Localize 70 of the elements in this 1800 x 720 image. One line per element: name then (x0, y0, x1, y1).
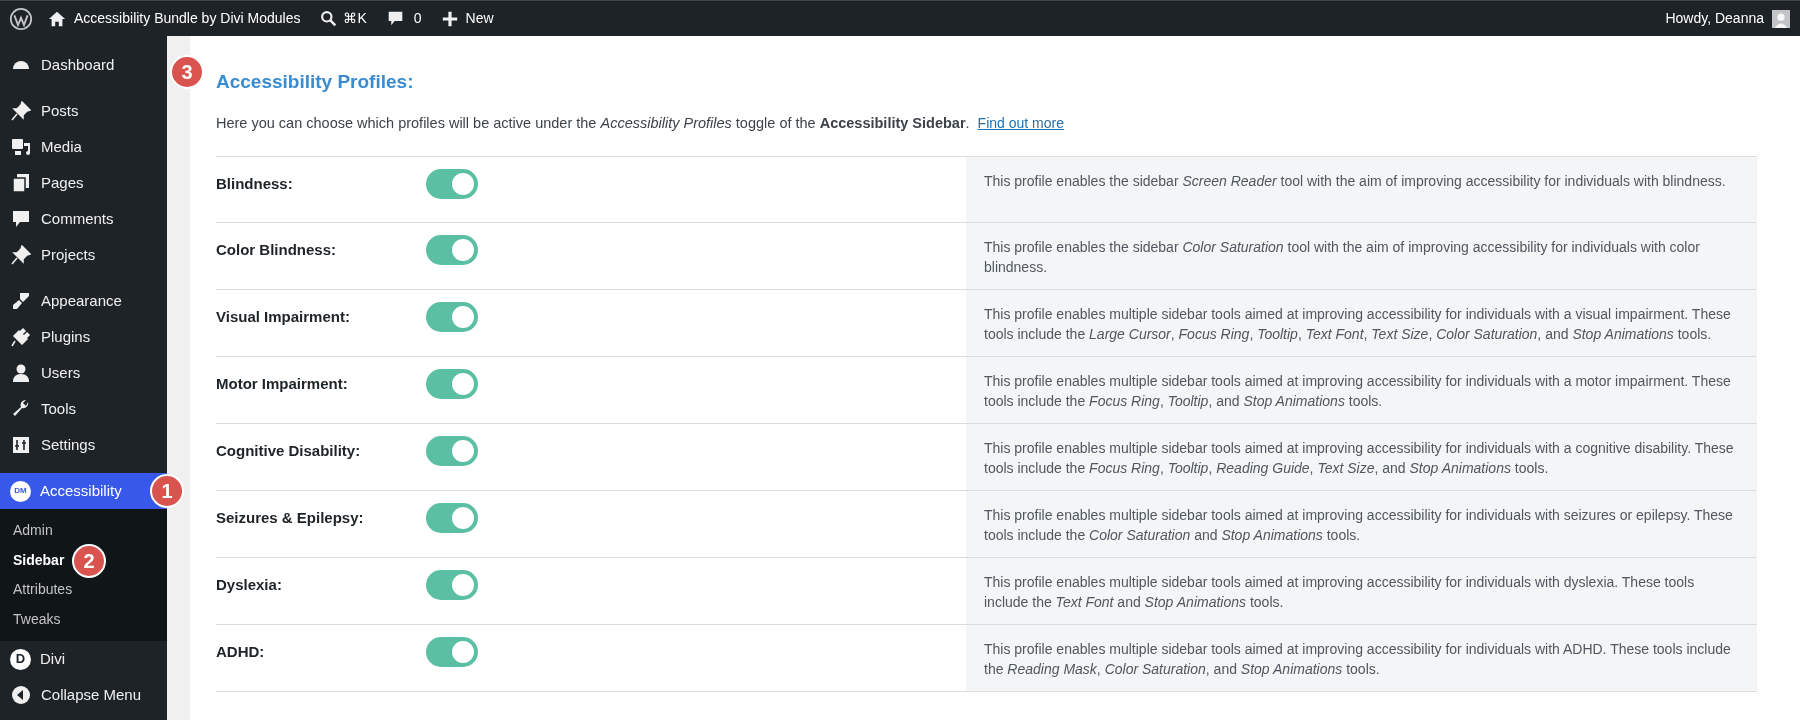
menu-item[interactable]: Posts (0, 93, 167, 129)
profile-label: ADHD: (216, 642, 266, 663)
submenu-item[interactable]: Attributes (0, 575, 75, 605)
home-icon (48, 9, 66, 28)
profile-description: This profile enables multiple sidebar tools aimed at improving accessibility for individuals with dyslexia. These tools include the Text Font and Stop Animations tools. (984, 573, 1696, 613)
settings-icon (11, 435, 31, 455)
profile-description: This profile enables the sidebar Color Saturation tool with the aim of improving accessibility for individuals with color blindness. (984, 238, 1701, 278)
logo-icon: D (10, 648, 31, 670)
profile-label: Motor Impairment: (216, 374, 349, 395)
profile-description: This profile enables multiple sidebar tools aimed at improving accessibility for individuals with ADHD. These tools include the Reading Mask, Color Saturation, and Stop Animations tools. (984, 640, 1732, 680)
profile-label: Blindness: (216, 174, 294, 195)
menu-item[interactable]: Pages (0, 165, 167, 201)
plus-icon (441, 10, 458, 27)
profile-label: Color Blindness: (216, 240, 337, 261)
step-badge: 2 (72, 543, 106, 578)
menu-item[interactable]: Projects (0, 237, 167, 273)
pages-icon (11, 173, 31, 193)
menu-item[interactable]: D Divi (0, 641, 167, 677)
menu-item[interactable]: Settings (0, 427, 167, 463)
collapse-icon (11, 685, 31, 705)
logo-icon: DM (10, 480, 31, 502)
toggle-switch[interactable] (426, 235, 478, 266)
step-badge: 1 (150, 474, 184, 508)
profile-description: This profile enables multiple sidebar tools aimed at improving accessibility for individuals with a motor impairment. These tools include the Focus Ring, Tooltip, and Stop Animations tools. (984, 372, 1732, 412)
new-link[interactable]: New (441, 8, 494, 29)
menu-item[interactable]: Dashboard (0, 47, 167, 83)
menu-item[interactable]: Collapse Menu (0, 677, 167, 713)
submenu-item[interactable]: Tweaks (0, 604, 63, 634)
pin-icon (11, 101, 31, 121)
profile-label: Dyslexia: (216, 575, 283, 596)
search-icon (320, 10, 338, 27)
menu-item[interactable]: Tools (0, 391, 167, 427)
profile-label: Seizures & Epilepsy: (216, 508, 365, 529)
toggle-switch[interactable] (426, 302, 478, 333)
plug-icon (11, 327, 31, 347)
menu-item[interactable]: Plugins (0, 319, 167, 355)
section-heading: Accessibility Profiles: (216, 70, 415, 94)
avatar-icon (1772, 9, 1790, 28)
menu-item[interactable]: Users (0, 355, 167, 391)
toggle-switch[interactable] (426, 169, 478, 200)
toggle-switch[interactable] (426, 503, 478, 534)
site-name-link[interactable]: Accessibility Bundle by Divi Modules (48, 8, 301, 29)
profile-label: Cognitive Disability: (216, 441, 362, 462)
comment-icon (11, 209, 31, 229)
search-shortcut-link[interactable]: ⌘K (320, 8, 367, 29)
profile-label: Visual Impairment: (216, 307, 351, 328)
find-out-more-link[interactable]: Find out more (977, 112, 1064, 134)
user-icon (11, 363, 31, 383)
toggle-switch[interactable] (426, 570, 478, 601)
account-link[interactable]: Howdy, Deanna (1665, 8, 1790, 29)
menu-item[interactable]: Media (0, 129, 167, 165)
step-badge: 3 (170, 55, 204, 89)
toggle-switch[interactable] (426, 369, 478, 400)
toggle-switch[interactable] (426, 436, 478, 467)
submenu-item[interactable]: Sidebar (0, 545, 67, 575)
toggle-switch[interactable] (426, 637, 478, 668)
profile-description: This profile enables multiple sidebar tools aimed at improving accessibility for individuals with seizures or epilepsy. These tools include the Color Saturation and Stop Animations tools. (984, 506, 1734, 546)
menu-item[interactable]: Appearance (0, 283, 167, 319)
profile-description: This profile enables multiple sidebar tools aimed at improving accessibility for individuals with a cognitive disability. These tools include the Focus Ring, Tooltip, Reading Guide, Text Size, and Stop Animations tools. (984, 439, 1735, 479)
intro-text: Here you can choose which profiles will be active under the Accessibility Profiles toggle of the Accessibility Sidebar. (216, 113, 970, 133)
comment-icon (386, 10, 404, 27)
profile-description: This profile enables multiple sidebar tools aimed at improving accessibility for individuals with a visual impairment. These tools include the Large Cursor, Focus Ring, Tooltip, Text Font, Text Size, Color Saturation, and Stop Animations tools. (984, 305, 1732, 345)
submenu-item[interactable]: Admin (0, 516, 55, 546)
profile-description: This profile enables the sidebar Screen Reader tool with the aim of improving accessibility for individuals with blindness. (984, 172, 1727, 192)
brush-icon (11, 291, 31, 311)
media-icon (11, 137, 31, 157)
wordpress-logo-icon[interactable] (9, 6, 33, 31)
menu-item[interactable]: Comments (0, 201, 167, 237)
comments-link[interactable]: 0 (386, 8, 422, 29)
pin-icon (11, 245, 31, 265)
